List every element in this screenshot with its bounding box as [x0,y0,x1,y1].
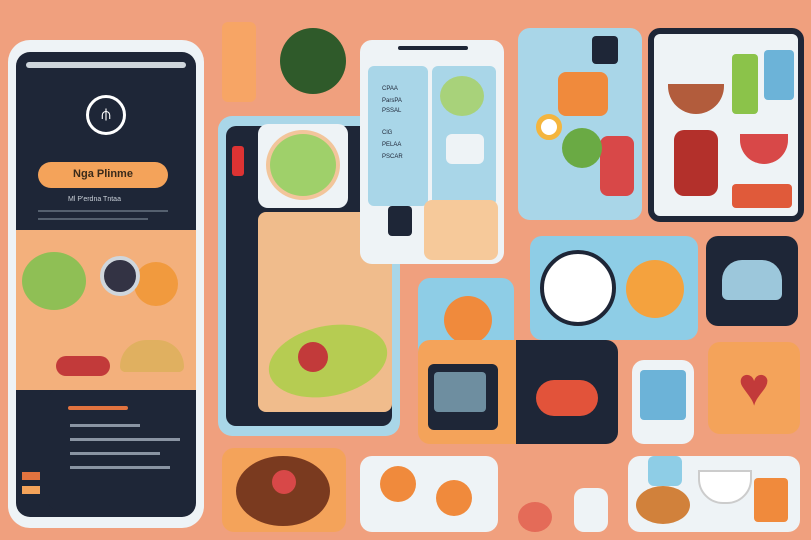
container-box [446,134,484,164]
taco-card [222,448,346,532]
orange-fruit [134,262,178,306]
color-swatch [22,486,40,494]
drink-bottle [732,54,758,114]
fridge-label: PSSAL [382,108,402,114]
salad-bowl [22,252,86,310]
accent-line [68,406,128,410]
egg [536,114,562,140]
fridge-handle [398,46,468,50]
bread-slices [424,200,498,260]
color-swatch [22,472,40,480]
fridge-left [368,66,428,206]
jar-icon [388,206,412,236]
berries [56,356,110,376]
tomato [298,342,328,372]
food-bowl [668,84,724,114]
microwave-card [418,340,618,444]
grapes-bowl [440,76,484,116]
pizza [636,486,690,524]
peach [518,502,552,532]
cup [648,456,682,486]
breakfast-tray [628,456,800,532]
juice-glass [222,22,256,102]
berry-dish [740,134,788,164]
mixer-icon [722,260,782,300]
greens [562,128,602,168]
kettle [674,130,718,196]
orange-fruit [380,466,416,502]
herb-plant [280,28,346,94]
carrots [558,72,608,116]
fridge-label: CPAA [382,86,398,92]
strawberries [600,136,634,196]
bowl [698,470,752,504]
red-box [732,184,792,208]
clock-card [530,236,698,340]
chili-pepper [536,380,598,416]
heart-card: ♥ [708,342,800,434]
phone-status-bar [26,62,186,68]
blender [632,360,694,444]
appliance-card [706,236,798,326]
list-line [70,424,140,427]
meal-prep-tray [518,28,642,220]
fridge-label: PSCAR [382,154,403,160]
salad-dish [266,130,340,200]
phone-left: ⫛ Nga Plinme Ml P'erdna Tntaa [8,40,204,528]
fridge-label: PELAA [382,142,402,148]
apricot [626,260,684,318]
kettle-white [574,488,608,532]
divider [38,210,168,212]
microwave-window [434,372,486,412]
list-line [70,452,160,455]
camera-lens [100,256,140,296]
heart-icon: ♥ [737,357,771,417]
orange-fruit [436,480,472,516]
sauce-bottle [232,146,244,176]
list-line [70,466,170,469]
fridge-label: ParsPA [382,98,402,104]
fork-knife-icon: ⫛ [86,95,126,135]
divider [38,218,148,220]
banner-button-label: Nga Plinme [73,168,133,180]
jar-small [592,36,618,64]
list-line [70,438,180,441]
tomato [272,470,296,494]
fridge-card: CPAA ParsPA PSSAL ClG PELAA PSCAR [360,40,504,264]
blender-jar [640,370,686,420]
kitchen-tools [514,462,618,534]
open-fridge [648,28,804,222]
clock-icon [540,250,616,326]
fridge-label: ClG [382,130,393,136]
banner-button[interactable]: Nga Plinme [38,162,168,188]
jug [764,50,794,100]
oranges-plate [360,456,498,532]
orange-fruit [444,296,492,344]
banner-subtitle: Ml P'erdna Tntaa [68,196,121,203]
bread [754,478,788,522]
